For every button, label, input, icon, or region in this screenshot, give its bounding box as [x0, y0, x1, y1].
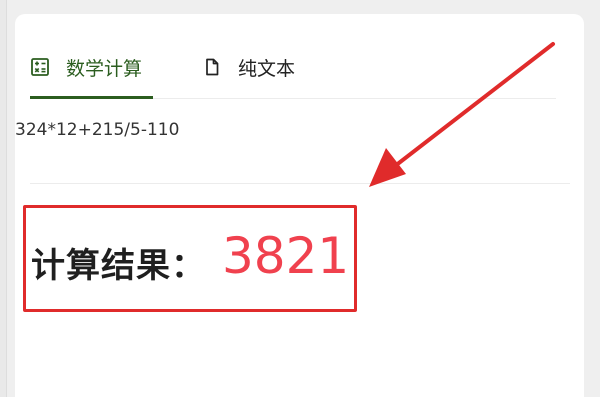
tab-math[interactable]: 数学计算 [30, 36, 153, 99]
result-label: 计算结果： [31, 246, 206, 286]
calculator-icon [30, 57, 50, 77]
expression-input[interactable]: 324*12+215/5-110 [15, 120, 179, 140]
window-edge [0, 0, 7, 397]
tab-math-label: 数学计算 [66, 57, 143, 80]
tab-bar: 数学计算 纯文本 [30, 36, 556, 99]
tab-plain-text-label: 纯文本 [238, 57, 296, 80]
document-icon [202, 57, 222, 77]
divider [30, 183, 570, 184]
screenshot-stage: 数学计算 纯文本 324*12+215/5-110 计算结果： 3821 [0, 0, 600, 397]
tab-plain-text[interactable]: 纯文本 [202, 36, 295, 98]
result-value: 3821 [222, 227, 350, 285]
